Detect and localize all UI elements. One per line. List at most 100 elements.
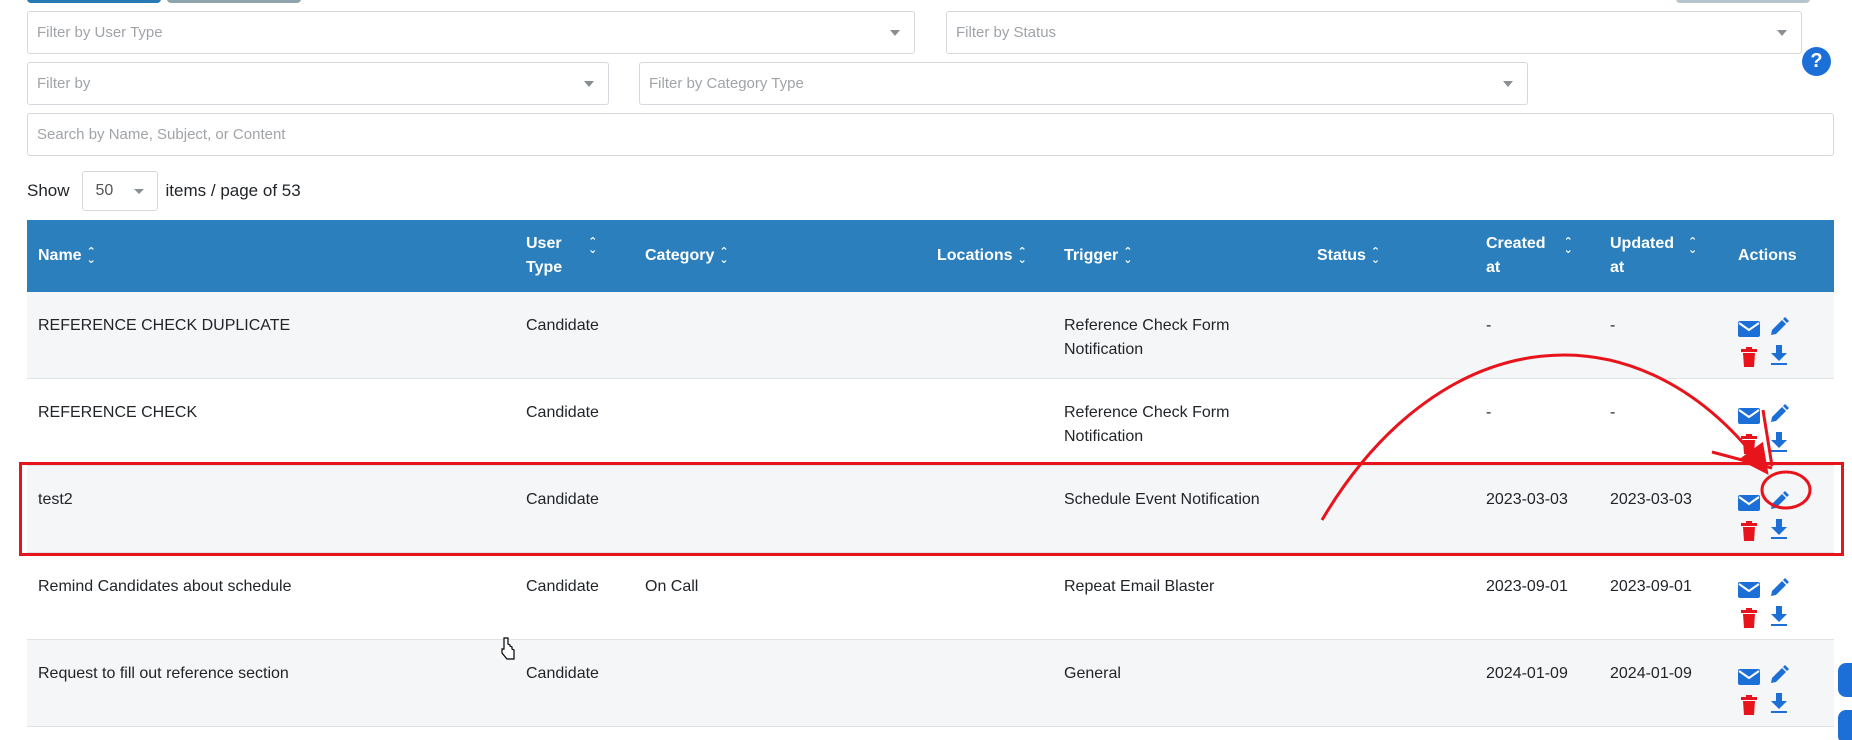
download-icon[interactable] [1768,605,1790,627]
cell-trigger: Schedule Event Notification [1064,488,1294,512]
mail-icon[interactable] [1738,492,1760,514]
sort-icon[interactable]: ⌃ ⌄ [719,247,728,266]
page-size-select[interactable]: 50 [81,171,158,211]
trash-icon[interactable] [1738,694,1760,716]
cell-name: Remind Candidates about schedule [38,578,292,595]
search-input[interactable]: Search by Name, Subject, or Content [27,113,1834,156]
trash-icon[interactable] [1738,433,1760,455]
chat-widget-icon[interactable] [1838,663,1852,697]
column-header-category[interactable]: Category ⌃ ⌄ [645,220,729,292]
top-right-button[interactable] [1676,0,1810,3]
column-header-name-label: Name [38,247,82,264]
cell-trigger-line-1: General [1064,665,1121,682]
sort-icon[interactable]: ⌃ ⌄ [588,237,597,256]
edit-icon[interactable] [1768,490,1790,512]
column-header-updated-label-1: Updated [1610,235,1674,252]
column-header-category-label: Category [645,247,715,264]
filter-by-placeholder: Filter by [37,75,91,92]
column-header-user-type-label-1: User [526,235,562,252]
cell-user-type: Candidate [526,665,599,682]
table-row[interactable]: test2 Candidate Schedule Event Notificatio… [27,466,1834,553]
sort-icon[interactable]: ⌃ ⌄ [1371,247,1380,266]
column-header-created-label-1: Created [1486,235,1546,252]
mail-icon[interactable] [1738,405,1760,427]
mail-icon[interactable] [1738,666,1760,688]
cell-trigger-line-1: Repeat Email Blaster [1064,578,1215,595]
edit-icon[interactable] [1768,577,1790,599]
column-header-user-type[interactable]: User Type ⌃ ⌄ [526,220,597,292]
edit-icon[interactable] [1768,316,1790,338]
column-header-name[interactable]: Name ⌃ ⌄ [38,220,96,292]
table-row[interactable]: REFERENCE CHECK DUPLICATE Candidate Refere… [27,292,1834,379]
cell-trigger: Reference Check Form Notification [1064,401,1294,449]
download-icon[interactable] [1768,344,1790,366]
column-header-actions-label: Actions [1738,247,1797,264]
chevron-down-icon [890,30,900,36]
category-type-filter-placeholder: Filter by Category Type [649,75,804,92]
sort-icon[interactable]: ⌃ ⌄ [1123,247,1132,266]
column-header-created-label-2: at [1486,259,1501,276]
cell-created-at: 2024-01-09 [1486,665,1568,682]
cell-updated-at: 2023-03-03 [1610,491,1692,508]
sort-icon[interactable]: ⌃ ⌄ [1018,247,1027,266]
cell-trigger-line-2: Notification [1064,341,1144,358]
mail-icon[interactable] [1738,318,1760,340]
column-header-status[interactable]: Status ⌃ ⌄ [1317,220,1380,292]
cell-trigger: Reference Check Form Notification [1064,314,1294,362]
column-header-created-at[interactable]: Created at ⌃ ⌄ [1486,220,1573,292]
column-header-user-type-label-2: Type [526,259,563,276]
filter-by-select[interactable]: Filter by [27,62,609,105]
chevron-down-icon [584,81,594,87]
cell-trigger: General [1064,662,1294,686]
download-icon[interactable] [1768,518,1790,540]
download-icon[interactable] [1768,431,1790,453]
items-per-page-label: items / page of 53 [165,181,301,200]
trash-icon[interactable] [1738,607,1760,629]
column-header-trigger[interactable]: Trigger ⌃ ⌄ [1064,220,1132,292]
help-icon[interactable]: ? [1802,47,1831,76]
templates-table: Name ⌃ ⌄ User Type ⌃ ⌄ Category ⌃ ⌄ Locatio… [27,220,1834,727]
trash-icon[interactable] [1738,520,1760,542]
page-size-row: Show 50 items / page of 53 [27,171,301,211]
user-type-filter[interactable]: Filter by User Type [27,11,915,54]
chevron-down-icon [1503,81,1513,87]
table-row[interactable]: Remind Candidates about schedule Candidat… [27,553,1834,640]
cell-updated-at: - [1610,317,1616,334]
table-body: REFERENCE CHECK DUPLICATE Candidate Refere… [27,292,1834,727]
cell-trigger: Repeat Email Blaster [1064,575,1294,599]
cell-trigger-line-1: Reference Check Form [1064,404,1230,421]
cell-created-at: - [1486,404,1492,421]
sort-icon[interactable]: ⌃ ⌄ [1564,237,1573,256]
download-icon[interactable] [1768,692,1790,714]
table-header: Name ⌃ ⌄ User Type ⌃ ⌄ Category ⌃ ⌄ Locatio… [27,220,1834,292]
column-header-trigger-label: Trigger [1064,247,1119,264]
column-header-status-label: Status [1317,247,1366,264]
cell-category: On Call [645,578,699,595]
cell-created-at: 2023-03-03 [1486,491,1568,508]
search-input-placeholder: Search by Name, Subject, or Content [37,126,286,143]
cell-name: Request to fill out reference section [38,665,289,682]
cell-name: REFERENCE CHECK [38,404,198,421]
user-type-filter-placeholder: Filter by User Type [37,24,163,41]
table-row[interactable]: REFERENCE CHECK Candidate Reference Check … [27,379,1834,466]
category-type-filter[interactable]: Filter by Category Type [639,62,1528,105]
top-primary-button[interactable] [27,0,161,3]
mail-icon[interactable] [1738,579,1760,601]
sort-icon[interactable]: ⌃ ⌄ [1688,237,1697,256]
top-secondary-button[interactable] [167,0,301,3]
hand-cursor-icon [501,637,515,660]
column-header-updated-at[interactable]: Updated at ⌃ ⌄ [1610,220,1697,292]
table-row[interactable]: Request to fill out reference section Can… [27,640,1834,727]
trash-icon[interactable] [1738,346,1760,368]
cell-updated-at: 2024-01-09 [1610,665,1692,682]
cell-created-at: - [1486,317,1492,334]
page-size-value: 50 [95,182,114,199]
column-header-locations[interactable]: Locations ⌃ ⌄ [937,220,1027,292]
sort-icon[interactable]: ⌃ ⌄ [87,247,96,266]
chat-widget-icon-secondary[interactable] [1838,710,1852,740]
edit-icon[interactable] [1768,664,1790,686]
edit-icon[interactable] [1768,403,1790,425]
cell-created-at: 2023-09-01 [1486,578,1568,595]
status-filter[interactable]: Filter by Status [946,11,1802,54]
show-label: Show [27,181,70,200]
